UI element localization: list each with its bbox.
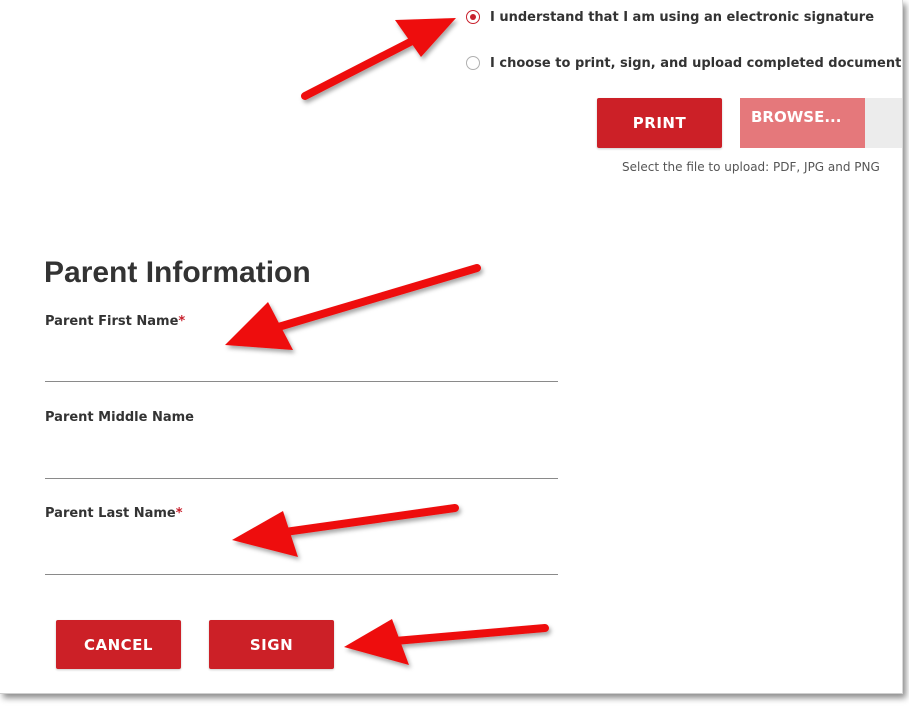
cancel-button[interactable]: CANCEL: [56, 620, 181, 669]
upload-hint-text: Select the file to upload: PDF, JPG and …: [622, 160, 880, 174]
browse-button[interactable]: BROWSE...: [740, 98, 865, 148]
arrow-icon: [301, 18, 456, 100]
required-asterisk: *: [175, 506, 183, 521]
file-name-display: [865, 98, 902, 148]
radio-button-unselected[interactable]: [466, 56, 480, 70]
section-title: Parent Information: [44, 256, 311, 289]
parent-last-name-label-text: Parent Last Name: [45, 506, 176, 521]
required-asterisk: *: [178, 314, 186, 329]
parent-first-name-label-text: Parent First Name: [45, 314, 179, 329]
radio-option-esign-label: I understand that I am using an electron…: [490, 9, 875, 25]
parent-first-name-label: Parent First Name*: [45, 314, 185, 329]
sign-button[interactable]: SIGN: [209, 620, 334, 669]
radio-option-print-upload-label: I choose to print, sign, and upload comp…: [490, 55, 903, 71]
parent-last-name-label: Parent Last Name*: [45, 506, 183, 521]
parent-last-name-field[interactable]: [45, 547, 558, 575]
parent-middle-name-label: Parent Middle Name: [45, 410, 194, 425]
print-button[interactable]: PRINT: [597, 98, 722, 148]
screenshot-frame: I understand that I am using an electron…: [0, 0, 903, 694]
parent-first-name-field[interactable]: [45, 354, 558, 382]
radio-option-esign[interactable]: I understand that I am using an electron…: [466, 6, 874, 28]
radio-option-print-upload[interactable]: I choose to print, sign, and upload comp…: [466, 52, 903, 74]
parent-middle-name-field[interactable]: [45, 451, 558, 479]
radio-button-selected[interactable]: [466, 10, 480, 24]
arrow-icon: [344, 619, 549, 665]
